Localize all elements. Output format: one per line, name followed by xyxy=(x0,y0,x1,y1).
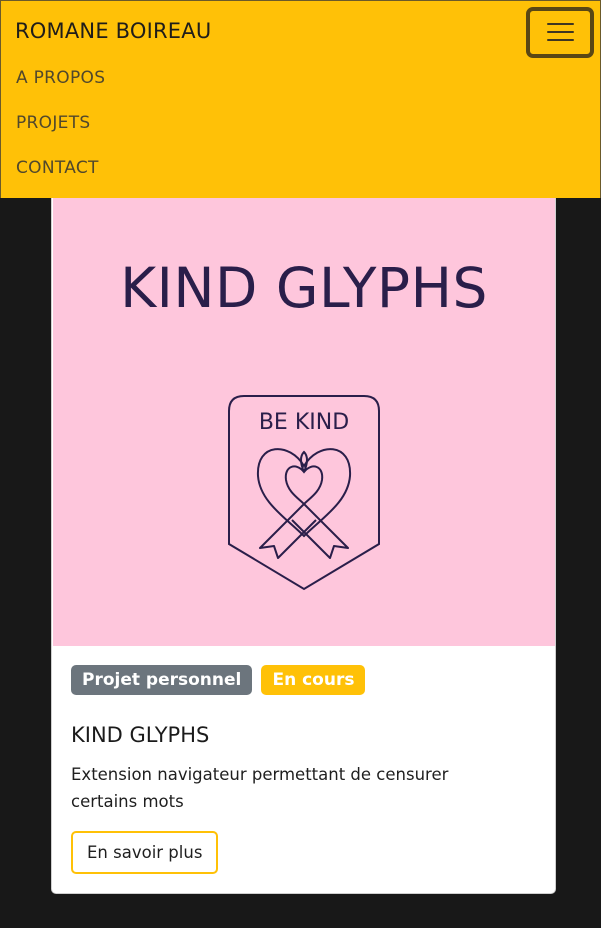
menu-toggle-button[interactable] xyxy=(526,7,594,58)
page: ROMANE BOIREAU A PROPOS PROJETS CONTACT … xyxy=(0,0,601,928)
logo-text: BE KIND xyxy=(259,410,349,435)
badge-status: En cours xyxy=(261,665,366,695)
nav-link-contact[interactable]: CONTACT xyxy=(16,158,99,178)
awareness-ribbon-heart-icon: BE KIND xyxy=(228,395,380,591)
navbar: ROMANE BOIREAU A PROPOS PROJETS CONTACT xyxy=(0,0,601,198)
image-title: KIND GLYPHS xyxy=(120,256,488,320)
card-title: KIND GLYPHS xyxy=(71,723,210,747)
badge-group: Projet personnel En cours xyxy=(71,665,369,695)
learn-more-button[interactable]: En savoir plus xyxy=(71,831,219,874)
card-description: Extension navigateur permettant de censu… xyxy=(71,765,449,811)
project-card: KIND GLYPHS BE KIND Projet personnel En … xyxy=(51,198,556,894)
badge-type: Projet personnel xyxy=(71,665,253,695)
nav-link-projets[interactable]: PROJETS xyxy=(16,113,90,133)
brand-link[interactable]: ROMANE BOIREAU xyxy=(15,19,211,43)
nav-link-a-propos[interactable]: A PROPOS xyxy=(16,68,105,88)
project-card-image: KIND GLYPHS BE KIND xyxy=(53,198,555,646)
